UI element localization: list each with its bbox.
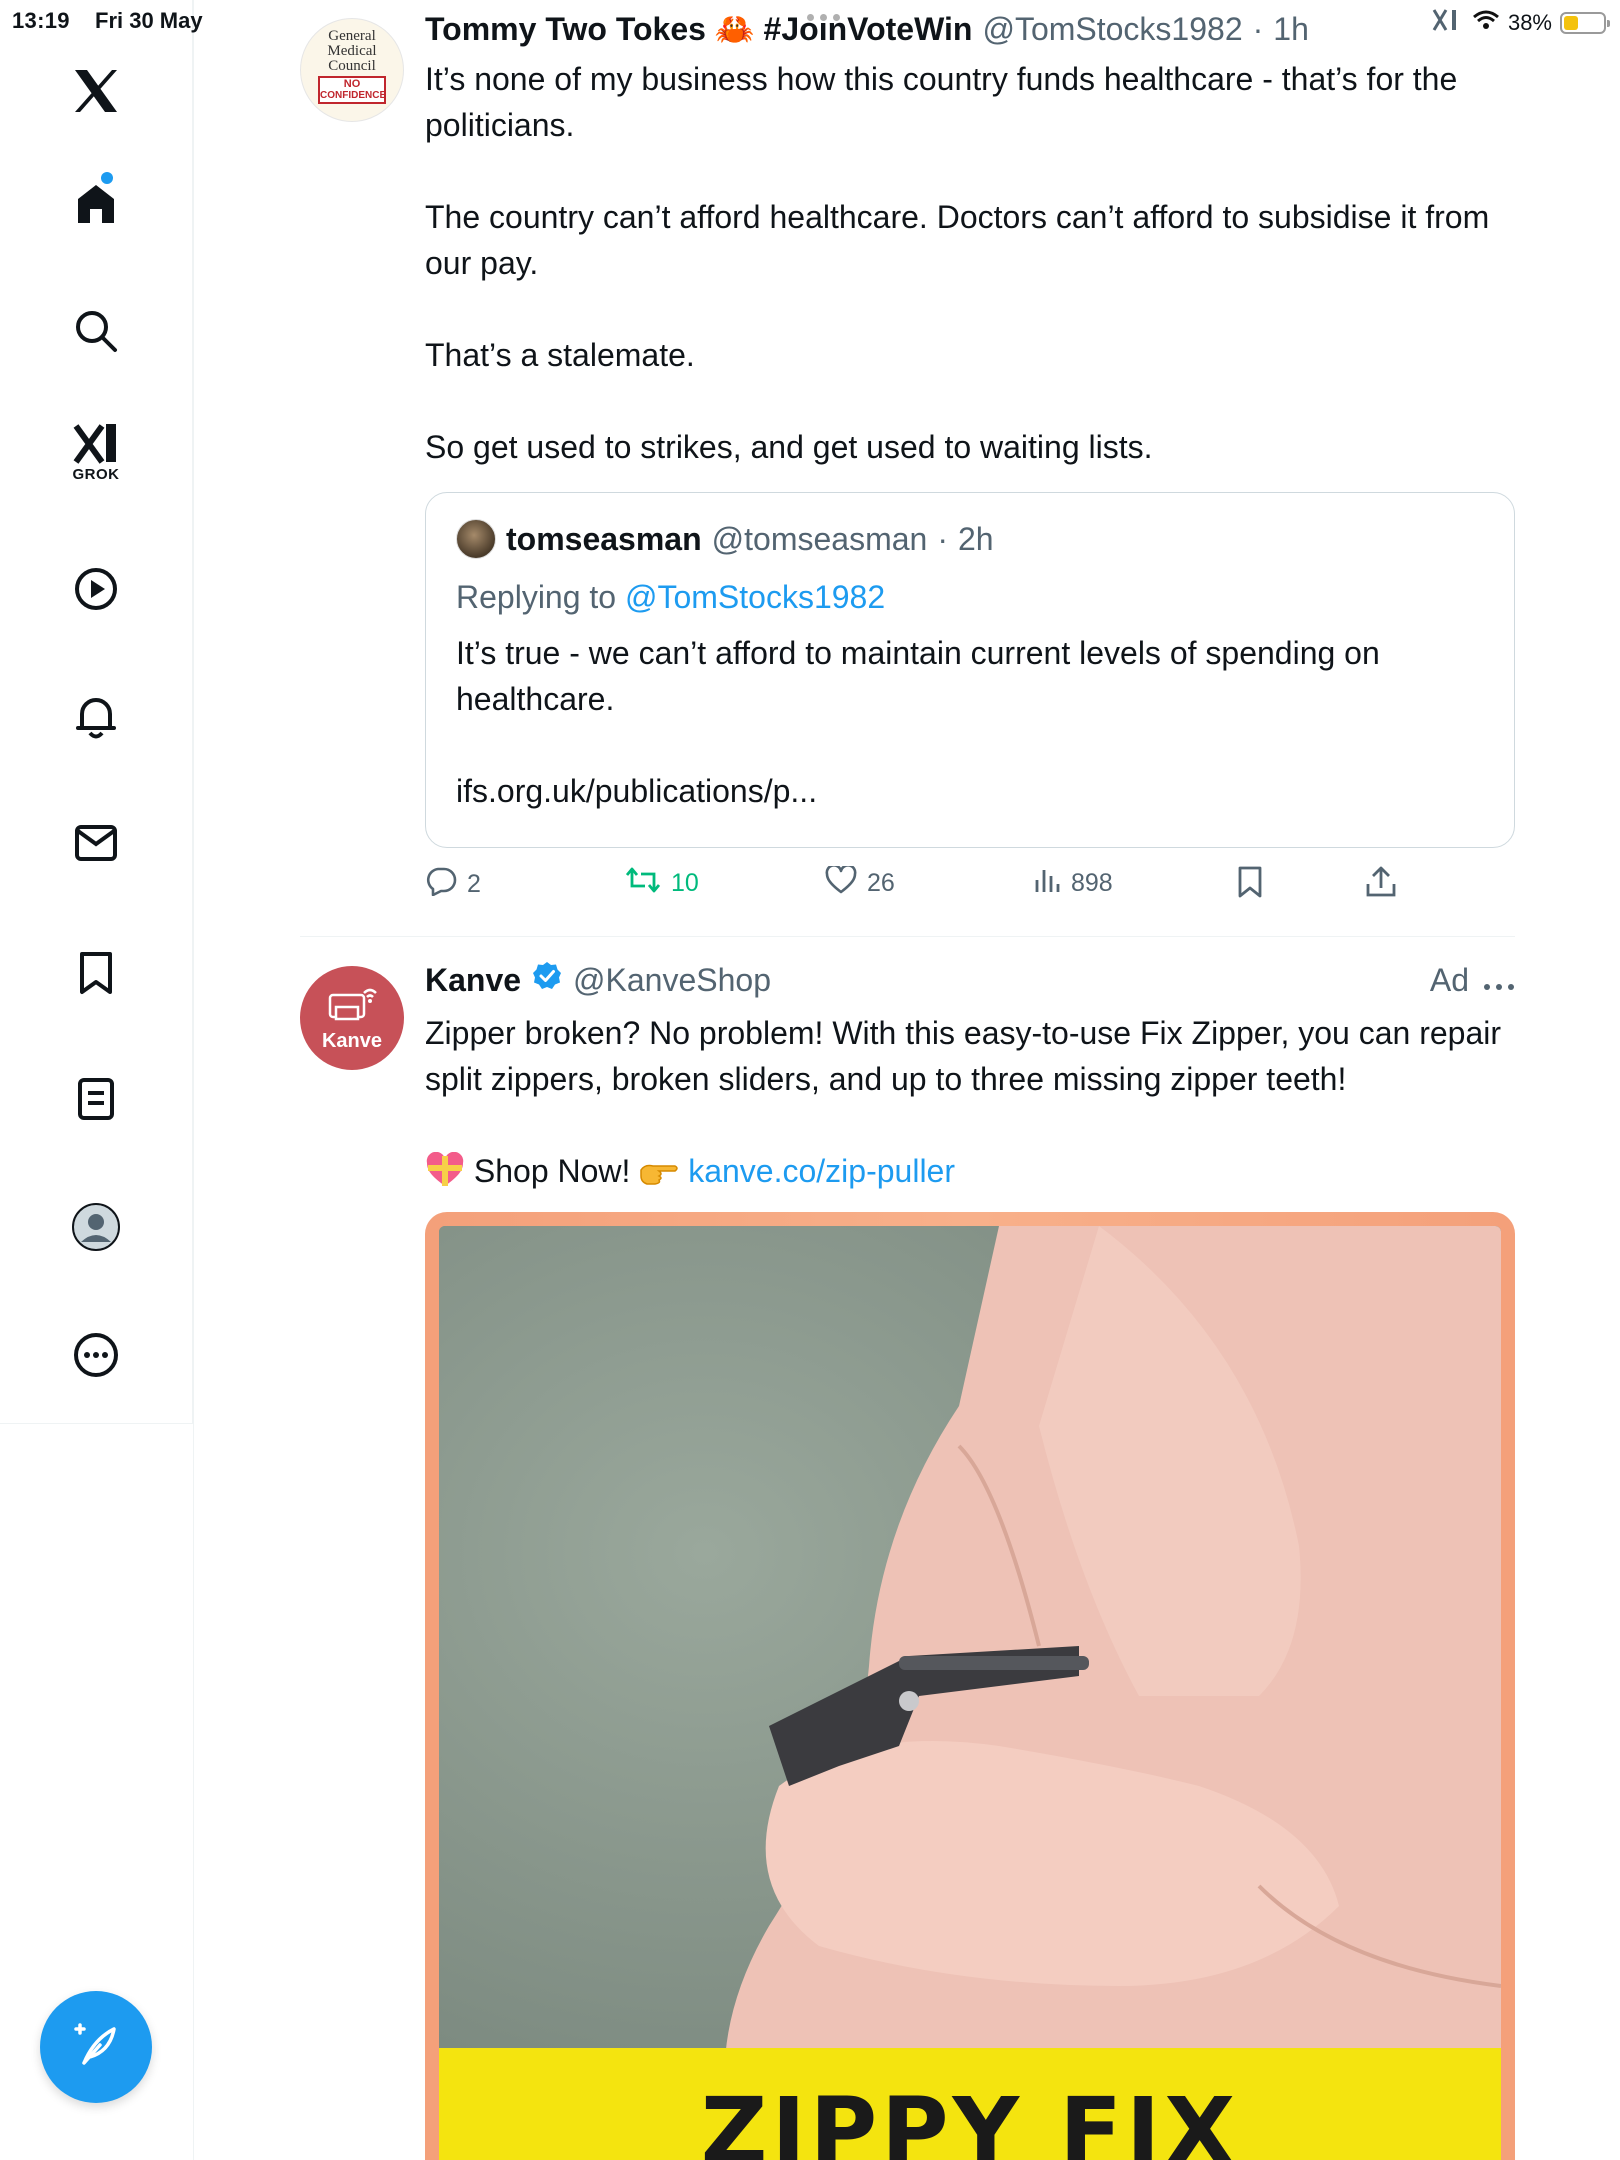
tweet-paragraph: That’s a stalemate. — [425, 337, 695, 373]
repost-count: 10 — [671, 869, 699, 897]
multitasking-dots[interactable] — [807, 14, 840, 21]
advertiser-name[interactable]: Kanve — [425, 962, 521, 999]
grok-icon — [72, 420, 120, 464]
ad-media[interactable]: ZIPPY FIX — [425, 1212, 1515, 2160]
bookmark-icon — [1237, 866, 1263, 905]
ad-cta: Shop Now! — [473, 1153, 631, 1189]
views-count: 898 — [1071, 869, 1113, 897]
sidebar-item-more[interactable] — [55, 1314, 137, 1396]
tweet-content: Tommy Two Tokes 🦀 #JoinVoteWin @TomStock… — [425, 10, 1515, 470]
ad-banner-text: ZIPPY FIX — [700, 2078, 1240, 2160]
bookmark-icon — [78, 951, 114, 995]
repost-icon — [625, 866, 661, 901]
ad-text: Zipper broken? No problem! With this eas… — [425, 1010, 1515, 1200]
sidebar-item-bookmarks[interactable] — [55, 932, 137, 1014]
quoted-tweet[interactable]: tomseasman @tomseasman · 2h Replying to … — [425, 492, 1515, 848]
sidebar-item-grok[interactable]: GROK — [55, 410, 137, 492]
heart-gift-icon — [425, 1151, 465, 1200]
home-unread-dot — [101, 172, 113, 184]
sidebar-item-video[interactable] — [55, 548, 137, 630]
repost-button[interactable]: 10 — [625, 866, 699, 901]
ad-body: Zipper broken? No problem! With this eas… — [425, 1015, 1502, 1097]
quote-body: It’s true - we can’t afford to maintain … — [456, 635, 1380, 717]
status-right: 38% — [1430, 6, 1610, 39]
ad-header: Kanve @KanveShop Ad — [425, 960, 1515, 1000]
sidebar-item-home[interactable] — [55, 162, 137, 244]
quote-header: tomseasman @tomseasman · 2h — [456, 519, 1484, 559]
views-button[interactable]: 898 — [1033, 866, 1113, 901]
reply-icon — [425, 866, 457, 903]
sidebar-item-lists[interactable] — [55, 1058, 137, 1140]
x-logo-icon[interactable] — [55, 50, 137, 132]
pointing-hand-icon — [639, 1154, 679, 1200]
battery-percent: 38% — [1507, 9, 1552, 35]
printer-wifi-icon — [324, 983, 380, 1028]
tweet-paragraph: It’s none of my business how this countr… — [425, 61, 1458, 143]
status-bar: 13:19 Fri 30 May 38% — [0, 0, 1620, 40]
tweet-actions: 2 10 26 898 — [425, 864, 1515, 910]
kanve-avatar-label: Kanve — [321, 1030, 383, 1052]
quote-link: ifs.org.uk/publications/p... — [456, 773, 818, 809]
reply-button[interactable]: 2 — [425, 866, 481, 903]
quote-time: 2h — [957, 520, 994, 557]
avatar-text-line: Medical — [327, 43, 377, 59]
ad-link[interactable]: kanve.co/zip-puller — [688, 1153, 955, 1189]
sidebar-item-messages[interactable] — [55, 802, 137, 884]
share-button[interactable] — [1365, 866, 1397, 905]
grok-label: GROK — [72, 465, 120, 483]
tweet-paragraph: The country can’t afford healthcare. Doc… — [425, 199, 1490, 281]
list-icon — [77, 1077, 115, 1121]
sidebar-item-search[interactable] — [55, 290, 137, 372]
ad-cta-line: Shop Now! kanve.co/zip-puller — [425, 1148, 1515, 1200]
tweet-paragraph: So get used to strikes, and get used to … — [425, 429, 1153, 465]
bookmark-button[interactable] — [1237, 866, 1263, 905]
verified-badge-icon — [531, 960, 563, 1000]
ad-label: Ad — [1429, 961, 1469, 998]
wifi-icon — [1472, 9, 1500, 36]
badge-text: NO — [343, 78, 361, 90]
heart-icon — [825, 864, 857, 901]
share-icon — [1365, 866, 1397, 905]
tweet-divider — [300, 936, 1515, 937]
badge-text: CONFIDENCE — [320, 90, 387, 101]
battery-icon — [1560, 11, 1610, 34]
more-circle-icon — [73, 1332, 119, 1378]
advertiser-handle[interactable]: @KanveShop — [573, 962, 771, 999]
profile-avatar-icon — [71, 1202, 121, 1252]
compose-post-button[interactable] — [40, 1991, 152, 2103]
ad-meta: Ad — [1430, 962, 1515, 999]
compose-feather-icon — [70, 2019, 122, 2076]
tweet-text: It’s none of my business how this countr… — [425, 56, 1515, 470]
reply-count: 2 — [467, 870, 481, 898]
ad-video-frame: ZIPPY FIX — [439, 1226, 1501, 2160]
sidebar-item-notifications[interactable] — [55, 676, 137, 758]
home-icon — [74, 181, 118, 225]
search-icon — [74, 309, 118, 353]
replying-to-handle[interactable]: @TomStocks1982 — [625, 579, 885, 615]
replying-prefix: Replying to — [456, 579, 625, 615]
ad-media-banner: ZIPPY FIX — [439, 2048, 1501, 2160]
quote-text: It’s true - we can’t afford to maintain … — [456, 630, 1484, 814]
more-options-icon[interactable] — [1483, 962, 1515, 999]
like-button[interactable]: 26 — [825, 864, 895, 901]
sidebar: GROK — [0, 0, 193, 1424]
status-date: Fri 30 May — [95, 8, 203, 33]
replying-to: Replying to @TomStocks1982 — [456, 579, 1484, 616]
quote-avatar — [456, 519, 496, 559]
grok-status-icon — [1430, 6, 1464, 39]
analytics-icon — [1033, 866, 1061, 901]
envelope-icon — [74, 823, 118, 863]
bell-icon — [74, 694, 118, 740]
like-count: 26 — [867, 869, 895, 897]
zipper-photo-icon — [439, 1226, 1501, 2160]
separator-dot: · — [937, 520, 948, 557]
sidebar-item-profile[interactable] — [55, 1186, 137, 1268]
quote-author-handle: @tomseasman — [711, 520, 928, 557]
status-time: 13:19 — [12, 8, 70, 33]
kanve-avatar[interactable]: Kanve — [300, 966, 404, 1070]
avatar-text-line: Council — [328, 58, 376, 74]
quote-author-name: tomseasman — [506, 520, 702, 557]
no-confidence-badge: NO CONFIDENCE — [318, 76, 386, 104]
play-icon — [74, 567, 118, 611]
